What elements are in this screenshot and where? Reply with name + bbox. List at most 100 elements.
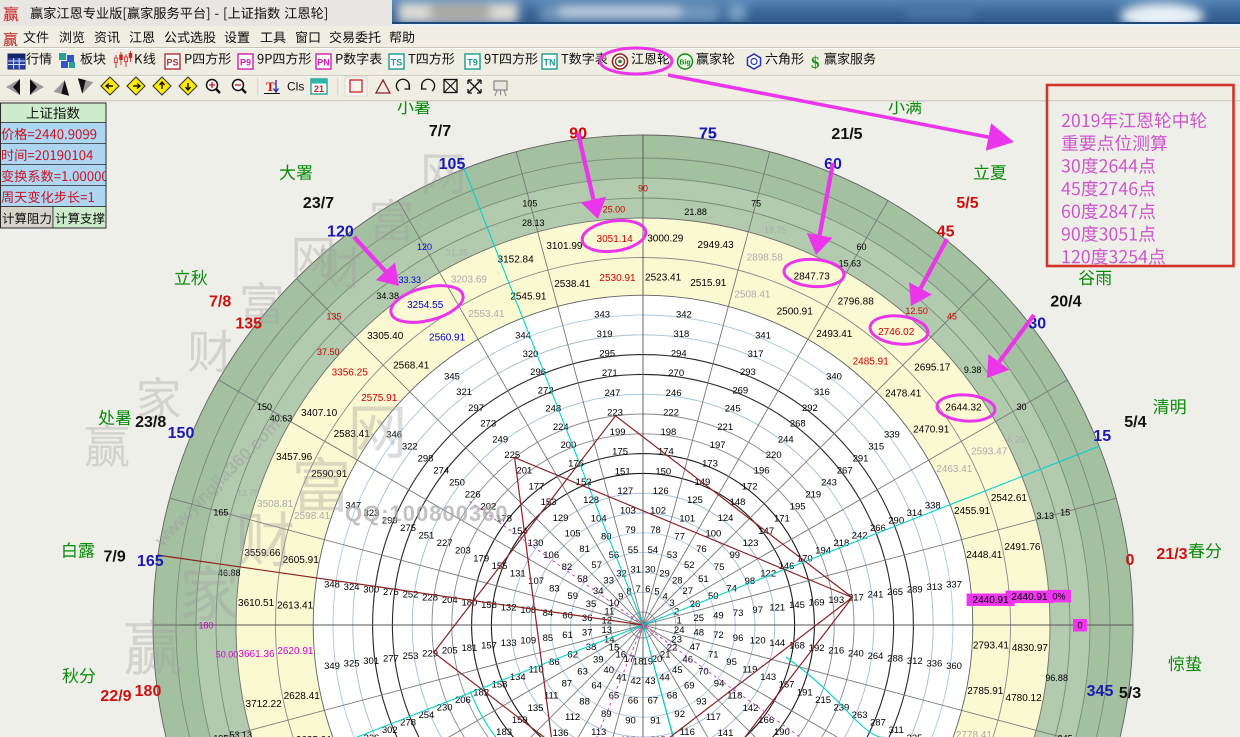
svg-text:315: 315 [868,441,884,452]
svg-text:15: 15 [1060,507,1070,517]
svg-text:224: 224 [553,422,569,433]
svg-text:251: 251 [418,531,434,542]
svg-text:9.38: 9.38 [964,365,982,375]
svg-text:250: 250 [449,478,465,489]
svg-text:124: 124 [718,513,734,524]
svg-text:297: 297 [468,403,484,414]
svg-text:360: 360 [946,661,962,672]
svg-text:199: 199 [610,427,626,438]
svg-text:319: 319 [597,329,613,340]
svg-text:2593.47: 2593.47 [971,446,1008,457]
svg-text:3305.40: 3305.40 [367,331,404,342]
svg-text:2463.41: 2463.41 [936,464,973,475]
svg-text:99: 99 [730,550,741,561]
svg-text:Big: Big [679,60,690,67]
svg-text:63: 63 [577,667,588,678]
svg-text:95: 95 [726,657,737,668]
svg-text:106: 106 [543,550,559,561]
svg-text:313: 313 [926,582,942,593]
svg-text:7/8: 7/8 [209,294,231,311]
svg-text:274: 274 [433,466,449,477]
svg-text:268: 268 [790,419,806,430]
svg-text:3101.99: 3101.99 [546,241,583,252]
svg-text:42: 42 [630,676,641,687]
svg-text:150: 150 [168,425,195,442]
svg-text:144: 144 [769,638,785,649]
svg-text:2538.41: 2538.41 [554,279,591,290]
svg-text:55: 55 [628,545,639,556]
svg-text:P9: P9 [240,58,251,68]
svg-text:3: 3 [669,598,674,609]
svg-text:66: 66 [628,696,639,707]
svg-text:2553.41: 2553.41 [468,309,505,320]
svg-text:2793.41: 2793.41 [973,641,1010,652]
svg-text:150: 150 [655,466,671,477]
svg-text:215: 215 [815,695,831,706]
svg-text:4830.97: 4830.97 [1012,643,1049,654]
svg-text:175: 175 [612,447,628,458]
svg-text:290: 290 [888,515,904,526]
svg-text:3051.14: 3051.14 [597,234,634,245]
svg-text:96.88: 96.88 [1045,673,1068,683]
svg-text:4780.12: 4780.12 [1006,693,1043,704]
svg-text:3661.36: 3661.36 [238,649,275,660]
svg-text:135: 135 [326,312,341,322]
svg-text:28.13: 28.13 [522,218,545,228]
svg-text:287: 287 [870,718,886,729]
svg-text:64: 64 [591,681,602,692]
svg-text:2485.91: 2485.91 [853,357,890,368]
svg-text:12.50: 12.50 [905,306,928,316]
svg-text:298: 298 [418,453,434,464]
svg-text:289: 289 [907,585,923,596]
svg-text:294: 294 [671,349,687,360]
svg-text:227: 227 [437,538,453,549]
svg-text:2785.91: 2785.91 [967,686,1004,697]
svg-text:75: 75 [699,125,717,142]
svg-text:2613.41: 2613.41 [277,600,314,611]
svg-text:197: 197 [710,440,726,451]
svg-text:T: T [266,79,275,94]
svg-text:49: 49 [713,610,724,621]
svg-text:69: 69 [684,681,695,692]
svg-text:105: 105 [565,529,581,540]
svg-text:243: 243 [821,478,837,489]
svg-text:316: 316 [814,387,830,398]
svg-text:70: 70 [698,667,709,678]
svg-text:78: 78 [650,525,661,536]
svg-text:317: 317 [748,349,764,360]
svg-text:51: 51 [698,574,709,585]
svg-text:2455.91: 2455.91 [954,506,991,517]
svg-text:291: 291 [853,453,869,464]
svg-text:2695.17: 2695.17 [914,363,951,374]
svg-text:3203.69: 3203.69 [451,274,488,285]
svg-text:5/4: 5/4 [1124,414,1146,431]
svg-text:110: 110 [529,665,544,676]
svg-text:30: 30 [645,565,656,576]
svg-text:72: 72 [713,630,724,641]
svg-text:23/7: 23/7 [303,195,334,212]
svg-text:339: 339 [884,429,900,440]
svg-text:129: 129 [553,513,569,524]
svg-text:180: 180 [135,683,162,700]
svg-text:81: 81 [579,544,590,555]
svg-text:45: 45 [947,312,957,322]
svg-text:206: 206 [455,695,471,706]
svg-text:117: 117 [706,712,721,723]
svg-text:2440.91: 2440.91 [973,595,1010,606]
svg-text:3356.25: 3356.25 [332,367,369,378]
svg-text:120: 120 [417,242,432,252]
svg-text:79: 79 [625,525,636,536]
svg-text:203: 203 [455,546,471,557]
svg-text:67: 67 [648,696,659,707]
svg-text:93: 93 [696,696,707,707]
svg-text:180: 180 [198,621,213,631]
svg-text:239: 239 [833,703,849,714]
svg-text:277: 277 [383,654,399,665]
svg-text:136: 136 [553,728,569,737]
svg-text:312: 312 [907,656,923,667]
svg-text:PS: PS [166,58,178,68]
svg-text:88: 88 [579,696,590,707]
svg-text:295: 295 [599,349,615,360]
svg-text:45: 45 [672,665,683,676]
svg-text:125: 125 [687,495,703,506]
